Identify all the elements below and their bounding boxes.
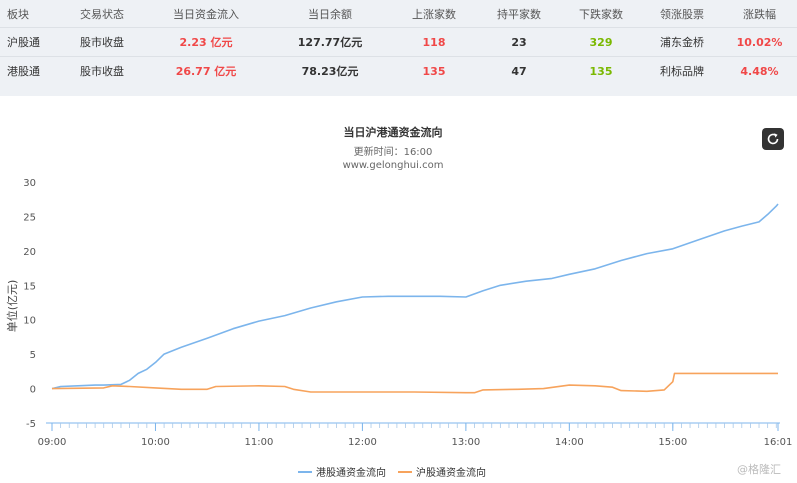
- change-cell: 10.02%: [722, 27, 797, 57]
- y-tick-label: 10: [23, 316, 36, 327]
- column-header: 当日余额: [308, 7, 352, 21]
- y-axis-label: 单位(亿元): [5, 280, 19, 333]
- y-tick-label: -5: [26, 419, 36, 430]
- chart-title: 当日沪港通资金流向: [344, 125, 443, 139]
- y-tick-label: 30: [23, 178, 36, 189]
- balance-cell: 127.77亿元: [270, 27, 390, 57]
- y-tick-label: 20: [23, 247, 36, 258]
- column-header: 上涨家数: [412, 7, 456, 21]
- series-line-hk-connect: [51, 203, 779, 390]
- status-cell: 股市收盘: [62, 56, 142, 85]
- y-tick-label: 0: [30, 385, 36, 396]
- x-tick-label: 10:00: [141, 437, 170, 448]
- status-cell: 股市收盘: [62, 27, 142, 57]
- watermark: @格隆汇: [737, 463, 781, 476]
- column-header: 领涨股票: [660, 7, 704, 21]
- down-count-cell: 135: [560, 56, 642, 85]
- refresh-button[interactable]: [762, 128, 784, 150]
- x-tick-label: 12:00: [348, 437, 377, 448]
- column-header: 交易状态: [80, 7, 124, 21]
- x-tick-label: 15:00: [658, 437, 687, 448]
- market-summary-table: 板块 交易状态 当日资金流入 当日余额 上涨家数 持平家数 下跌家数 领涨股票 …: [0, 0, 797, 85]
- series-layer: [51, 203, 779, 394]
- board-cell: 沪股通: [0, 27, 62, 57]
- refresh-icon: [767, 133, 779, 145]
- series-line-sh-connect: [51, 372, 778, 394]
- inflow-cell: 2.23 亿元: [142, 27, 270, 57]
- chart-source-site: www.gelonghui.com: [343, 160, 444, 171]
- column-header: 持平家数: [497, 7, 541, 21]
- x-tick-label: 16:01: [764, 437, 793, 448]
- y-axis: -5 0 5 10 15 20 25 30: [23, 178, 36, 430]
- y-tick-label: 5: [30, 350, 36, 361]
- y-tick-label: 25: [23, 212, 36, 223]
- chart-update-time: 更新时间：16:00: [354, 145, 433, 158]
- column-header: 板块: [7, 7, 29, 21]
- x-tick-label: 11:00: [245, 437, 274, 448]
- flat-count-cell: 47: [478, 56, 560, 85]
- up-count-cell: 118: [390, 27, 478, 57]
- board-cell: 港股通: [0, 56, 62, 85]
- market-summary-panel: 板块 交易状态 当日资金流入 当日余额 上涨家数 持平家数 下跌家数 领涨股票 …: [0, 0, 797, 96]
- x-tick-label: 13:00: [451, 437, 480, 448]
- table-row: 沪股通 股市收盘 2.23 亿元 127.77亿元 118 23 329 浦东金…: [0, 27, 797, 57]
- chart-legend: 港股通资金流向 沪股通资金流向: [298, 466, 486, 479]
- inflow-cell: 26.77 亿元: [142, 56, 270, 85]
- up-count-cell: 135: [390, 56, 478, 85]
- legend-label: 港股通资金流向: [316, 466, 386, 479]
- fund-flow-chart: 当日沪港通资金流向 更新时间：16:00 www.gelonghui.com 单…: [5, 125, 793, 479]
- y-tick-label: 15: [23, 281, 36, 292]
- x-tick-label: 09:00: [38, 437, 67, 448]
- column-header: 下跌家数: [579, 7, 623, 21]
- leader-stock-cell[interactable]: 浦东金桥: [642, 27, 722, 57]
- table-header-row: 板块 交易状态 当日资金流入 当日余额 上涨家数 持平家数 下跌家数 领涨股票 …: [0, 0, 797, 28]
- column-header: 当日资金流入: [173, 7, 239, 21]
- table-row: 港股通 股市收盘 26.77 亿元 78.23亿元 135 47 135 利标品…: [0, 56, 797, 85]
- legend-label: 沪股通资金流向: [416, 466, 486, 479]
- change-cell: 4.48%: [722, 56, 797, 85]
- column-header: 涨跌幅: [743, 7, 776, 21]
- flat-count-cell: 23: [478, 27, 560, 57]
- balance-cell: 78.23亿元: [270, 56, 390, 85]
- x-axis: 09:00 10:00 11:00 12:00 13:00 14:00 15:00 16:01: [38, 422, 793, 448]
- x-tick-label: 14:00: [555, 437, 584, 448]
- down-count-cell: 329: [560, 27, 642, 57]
- leader-stock-cell[interactable]: 利标品牌: [642, 56, 722, 85]
